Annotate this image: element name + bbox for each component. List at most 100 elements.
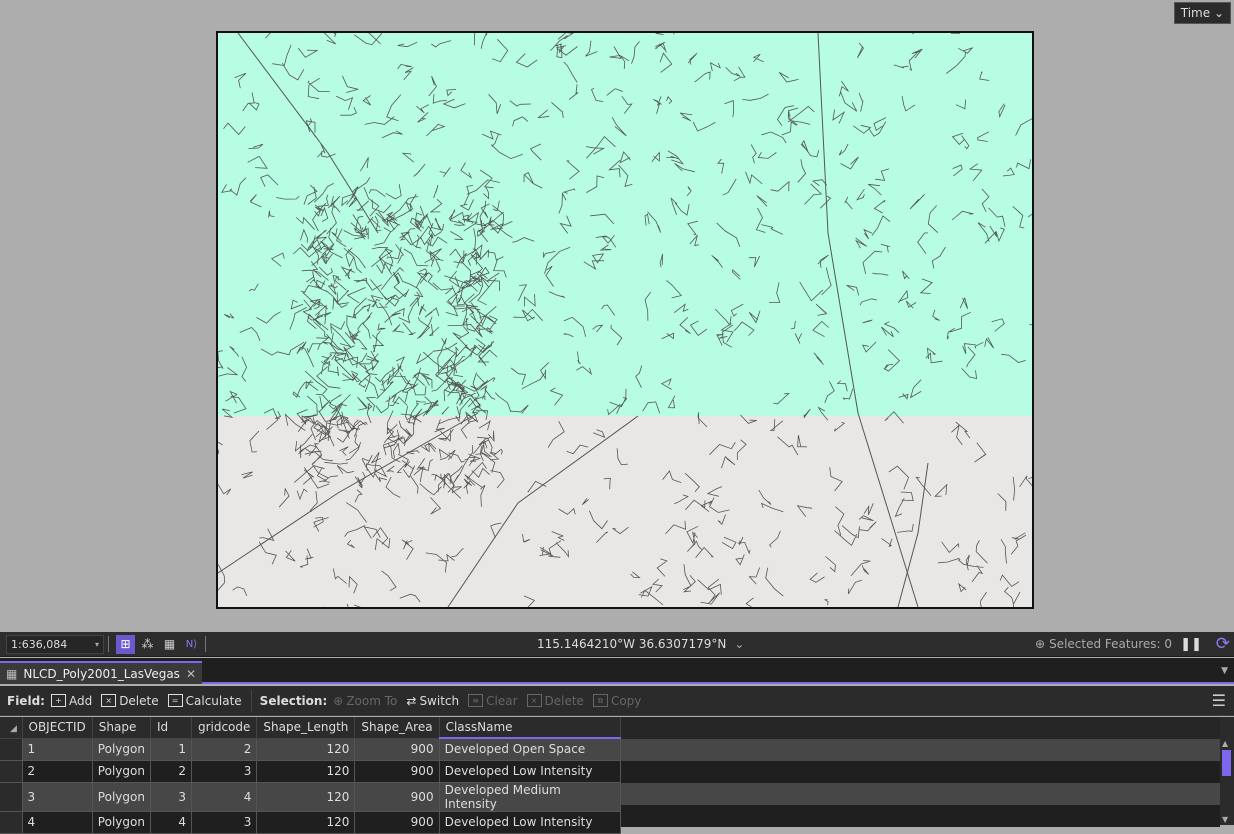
selected-features[interactable]: ⊕ Selected Features: 0 <box>1035 637 1172 651</box>
grid-snap-icon[interactable]: ⁂ <box>138 635 157 654</box>
cell-gridcode[interactable]: 3 <box>191 760 258 783</box>
delete-selection-button[interactable]: × Delete <box>526 693 584 708</box>
column-header-shape-area[interactable]: Shape_Area <box>354 717 440 739</box>
table-row[interactable]: 3 Polygon 3 4 120 900 Developed Medium Intensi… <box>0 782 621 812</box>
selected-features-text: Selected Features: 0 <box>1049 637 1172 651</box>
scroll-thumb[interactable] <box>1222 750 1231 776</box>
column-header-shape[interactable]: Shape <box>92 717 151 739</box>
row-header[interactable] <box>0 811 23 834</box>
calculate-field-button[interactable]: = Calculate <box>167 693 242 708</box>
add-field-icon: + <box>50 694 66 707</box>
table-row[interactable]: 2 Polygon 2 3 120 900 Developed Low Intensity <box>0 760 621 783</box>
scale-dropdown[interactable]: 1:636,084 ▾ <box>6 634 104 654</box>
cell-classname[interactable]: Developed Low Intensity <box>439 811 621 834</box>
column-header-objectid[interactable]: OBJECTID <box>22 717 93 739</box>
switch-label: Switch <box>419 693 460 708</box>
attribute-table[interactable]: ◢ OBJECTID Shape Id gridcode Shape_Lengt… <box>0 717 1220 834</box>
copy-button[interactable]: ⧉ Copy <box>592 693 642 708</box>
row-header[interactable] <box>0 760 23 783</box>
tab-label: NLCD_Poly2001_LasVegas <box>23 666 180 681</box>
pause-drawing-icon[interactable]: ❚❚ <box>1180 637 1202 652</box>
cell-shape[interactable]: Polygon <box>92 811 151 834</box>
add-label: Add <box>68 693 93 708</box>
scroll-down-icon[interactable]: ▼ <box>1222 815 1228 824</box>
field-label: Field: <box>7 693 45 708</box>
column-header-shape-length[interactable]: Shape_Length <box>256 717 356 739</box>
cell-id[interactable]: 1 <box>150 738 192 761</box>
calculate-label: Calculate <box>185 693 242 708</box>
table-row[interactable]: 4 Polygon 4 3 120 900 Developed Low Intensity <box>0 811 621 834</box>
scale-value: 1:636,084 <box>11 637 68 651</box>
cell-objectid[interactable]: 1 <box>22 738 93 761</box>
select-all-corner[interactable]: ◢ <box>0 717 23 739</box>
tab-list-dropdown-icon[interactable]: ▼ <box>1221 666 1228 676</box>
cell-shape-length[interactable]: 120 <box>256 738 356 761</box>
divider <box>108 636 109 652</box>
table-row[interactable]: 1 Polygon 1 2 120 900 Developed Open Space <box>0 738 621 761</box>
cell-id[interactable]: 3 <box>150 782 192 812</box>
switch-selection-button[interactable]: ⇄ Switch <box>406 694 459 708</box>
column-header-id[interactable]: Id <box>150 717 192 739</box>
cell-id[interactable]: 4 <box>150 811 192 834</box>
switch-icon: ⇄ <box>406 693 417 708</box>
row-fill <box>582 739 1220 761</box>
tab-attribute-table[interactable]: ▦ NLCD_Poly2001_LasVegas ✕ <box>0 661 202 684</box>
table-grid-icon[interactable]: ▦ <box>160 635 179 654</box>
add-field-button[interactable]: + Add <box>50 693 93 708</box>
cell-shape-area[interactable]: 900 <box>354 811 440 834</box>
column-header-gridcode[interactable]: gridcode <box>191 717 258 739</box>
snapping-icon[interactable]: ⊞ <box>116 634 135 654</box>
copy-label: Copy <box>610 693 642 708</box>
cell-objectid[interactable]: 4 <box>22 811 93 834</box>
clear-label: Clear <box>486 693 518 708</box>
cell-shape-area[interactable]: 900 <box>354 760 440 783</box>
cell-gridcode[interactable]: 3 <box>191 811 258 834</box>
divider <box>205 636 206 652</box>
coordinates-text: 115.1464210°W 36.6307179°N <box>537 637 727 651</box>
row-fill <box>582 783 1220 805</box>
cell-shape-length[interactable]: 120 <box>256 760 356 783</box>
delete-selection-label: Delete <box>544 693 584 708</box>
delete-field-icon: × <box>101 694 117 707</box>
cell-id[interactable]: 2 <box>150 760 192 783</box>
coordinate-readout[interactable]: 115.1464210°W 36.6307179°N ⌄ <box>537 637 744 651</box>
zoom-to-icon: ⊕ <box>333 693 344 708</box>
cell-shape-length[interactable]: 120 <box>256 811 356 834</box>
refresh-icon[interactable]: ⟳ <box>1216 634 1230 654</box>
road-line <box>447 415 639 607</box>
north-arrow-icon[interactable]: N⟩ <box>182 635 201 654</box>
zoom-to-button[interactable]: ⊕ Zoom To <box>333 694 397 708</box>
cell-shape-area[interactable]: 900 <box>354 738 440 761</box>
vertical-scrollbar[interactable]: ▲ ▼ <box>1220 717 1234 825</box>
road-line <box>897 462 929 607</box>
clear-selection-button[interactable]: ≡ Clear <box>468 693 518 708</box>
cell-shape-length[interactable]: 120 <box>256 782 356 812</box>
cell-classname[interactable]: Developed Low Intensity <box>439 760 621 783</box>
cell-objectid[interactable]: 2 <box>22 760 93 783</box>
row-fill <box>582 761 1220 783</box>
delete-field-button[interactable]: × Delete <box>101 694 159 708</box>
cell-objectid[interactable]: 3 <box>22 782 93 812</box>
close-icon[interactable]: ✕ <box>186 667 196 681</box>
time-slider-button[interactable]: Time ⌄ <box>1173 2 1231 24</box>
cell-shape[interactable]: Polygon <box>92 760 151 783</box>
cell-classname[interactable]: Developed Medium Intensity <box>439 782 621 812</box>
cell-shape-area[interactable]: 900 <box>354 782 440 812</box>
map-frame[interactable] <box>216 31 1034 609</box>
table-toolbar: Field: + Add × Delete = Calculate Selection… <box>0 686 1234 716</box>
chevron-down-icon: ⌄ <box>734 637 745 651</box>
cell-gridcode[interactable]: 4 <box>191 782 258 812</box>
cell-shape[interactable]: Polygon <box>92 738 151 761</box>
row-header[interactable] <box>0 782 23 812</box>
cell-shape[interactable]: Polygon <box>92 782 151 812</box>
land-cover-polygons <box>218 33 1032 607</box>
menu-icon[interactable]: ☰ <box>1212 691 1226 710</box>
cell-gridcode[interactable]: 2 <box>191 738 258 761</box>
cell-classname[interactable]: Developed Open Space <box>439 738 621 761</box>
map-view[interactable]: Time ⌄ <box>0 0 1234 632</box>
column-header-classname[interactable]: ClassName <box>439 717 621 739</box>
row-header[interactable] <box>0 738 23 761</box>
scroll-up-icon[interactable]: ▲ <box>1222 739 1228 748</box>
row-fill <box>582 805 1220 827</box>
calculate-icon: = <box>167 694 183 707</box>
